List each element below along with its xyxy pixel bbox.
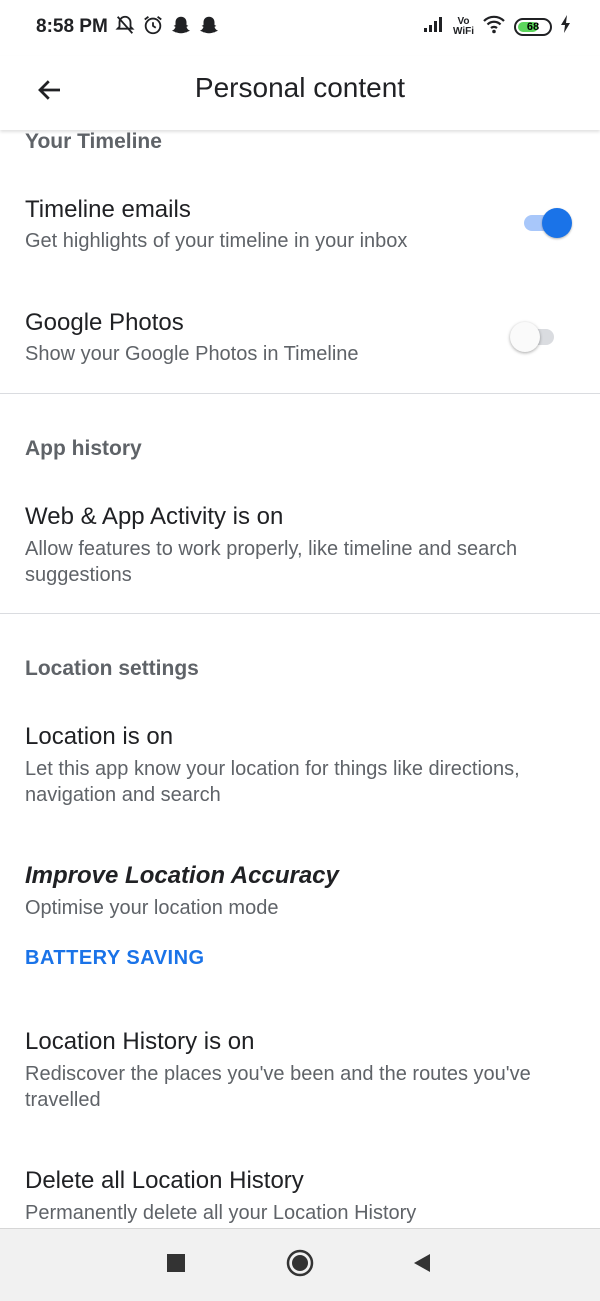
location-accuracy-title: Improve Location Accuracy — [25, 862, 339, 889]
divider — [0, 613, 600, 614]
section-header-app-history: App history — [25, 437, 142, 460]
back-triangle-icon — [411, 1252, 433, 1279]
location-accuracy-subtitle: Optimise your location mode — [25, 897, 279, 919]
status-time: 8:58 PM — [36, 16, 108, 37]
settings-list[interactable]: Your Timeline Timeline emails Get highli… — [0, 130, 600, 1228]
signal-icon — [423, 15, 445, 38]
battery-percent: 68 — [526, 20, 540, 33]
alarm-icon — [142, 14, 164, 41]
location-title: Location is on — [25, 723, 174, 750]
system-status-icons: Vo WiFi 68 — [423, 14, 572, 39]
mute-icon — [114, 14, 136, 41]
page-title: Personal content — [194, 72, 406, 103]
web-app-activity-title: Web & App Activity is on — [25, 503, 284, 530]
notification-icons — [114, 14, 220, 41]
home-circle-icon — [285, 1248, 315, 1283]
web-app-activity-subtitle: Allow features to work properly, like ti… — [25, 538, 518, 586]
vowifi-bottom-label: WiFi — [452, 25, 474, 37]
divider — [0, 393, 600, 394]
google-photos-toggle[interactable] — [510, 322, 562, 352]
timeline-emails-title: Timeline emails — [25, 196, 191, 223]
snapchat-icon — [198, 14, 220, 41]
google-photos-subtitle: Show your Google Photos in Timeline — [25, 343, 359, 365]
home-button[interactable] — [284, 1249, 316, 1281]
recents-button[interactable] — [160, 1249, 192, 1281]
wifi-icon — [482, 14, 506, 39]
section-header-location: Location settings — [25, 657, 199, 680]
back-nav-button[interactable] — [406, 1249, 438, 1281]
timeline-emails-subtitle: Get highlights of your timeline in your … — [25, 230, 408, 252]
system-nav-bar — [0, 1228, 600, 1301]
google-photos-title: Google Photos — [25, 309, 184, 336]
recents-square-icon — [166, 1253, 186, 1278]
snapchat-icon — [170, 14, 192, 41]
location-subtitle: Let this app know your location for thin… — [25, 758, 520, 806]
section-header-timeline: Your Timeline — [25, 130, 162, 153]
location-history-subtitle: Rediscover the places you've been and th… — [25, 1063, 531, 1111]
location-history-title: Location History is on — [25, 1028, 255, 1055]
battery-saving-button[interactable]: BATTERY SAVING — [25, 947, 205, 970]
delete-location-history-title: Delete all Location History — [25, 1167, 304, 1194]
toggle-thumb — [542, 208, 572, 238]
app-bar: Personal content — [0, 56, 600, 130]
toggle-thumb — [510, 322, 540, 352]
vowifi-icon: Vo WiFi — [452, 16, 474, 37]
timeline-emails-toggle[interactable] — [520, 208, 572, 238]
charging-bolt-icon — [560, 14, 572, 39]
status-bar: 8:58 PM Vo WiFi 68 — [0, 0, 600, 56]
battery-icon: 68 — [514, 17, 552, 36]
delete-location-history-subtitle: Permanently delete all your Location His… — [25, 1202, 417, 1224]
